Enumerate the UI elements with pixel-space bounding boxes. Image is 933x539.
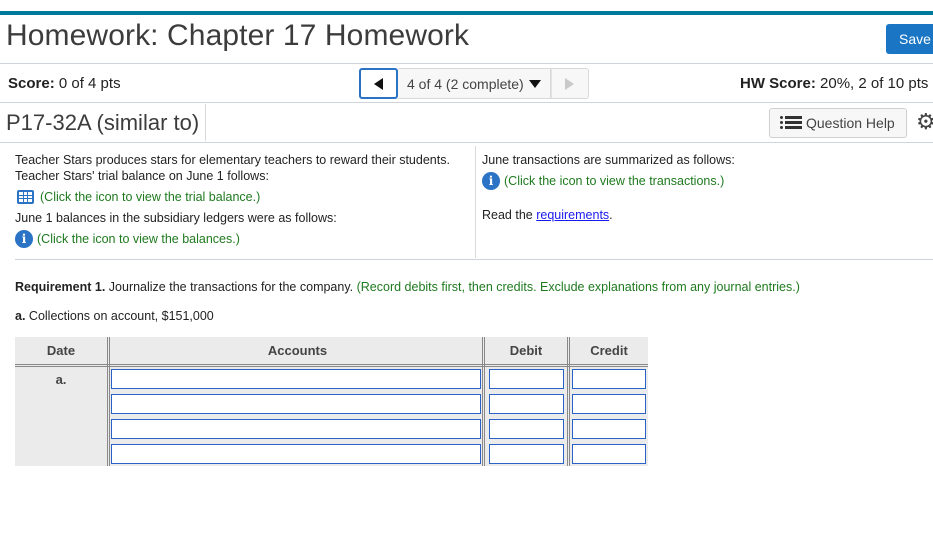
account-input[interactable] (111, 444, 481, 464)
requirement-text: Requirement 1. Journalize the transactio… (15, 280, 800, 294)
account-input[interactable] (111, 369, 481, 389)
arrow-right-icon (565, 77, 575, 90)
list-icon (780, 116, 802, 130)
gear-icon[interactable]: ⚙ (916, 110, 933, 134)
divider (0, 102, 933, 103)
debit-input[interactable] (489, 394, 564, 414)
transactions-link[interactable]: (Click the icon to view the transactions… (504, 174, 724, 188)
question-navigator: 4 of 4 (2 complete) (359, 68, 589, 99)
info-icon[interactable]: i (15, 230, 33, 248)
divider (475, 146, 476, 258)
hw-score-value: 20%, 2 of 10 pts (820, 75, 929, 92)
account-input[interactable] (111, 394, 481, 414)
requirement-body: Journalize the transactions for the comp… (105, 280, 357, 294)
column-header-date: Date (46, 343, 76, 358)
arrow-left-icon (374, 77, 383, 90)
column-divider (107, 337, 110, 466)
debit-input[interactable] (489, 369, 564, 389)
balances-row: i (Click the icon to view the balances.) (15, 229, 475, 249)
divider (15, 259, 933, 260)
date-cell: a. (55, 372, 67, 387)
credit-input[interactable] (572, 394, 646, 414)
transactions-row: i (Click the icon to view the transactio… (482, 171, 922, 191)
problem-right-panel: June transactions are summarized as foll… (482, 152, 922, 223)
trial-balance-row: (Click the icon to view the trial balanc… (15, 187, 475, 207)
account-input[interactable] (111, 419, 481, 439)
requirement-label: Requirement 1. (15, 280, 106, 294)
save-button[interactable]: Save (886, 24, 933, 54)
intro-text: Teacher Stars' trial balance on June 1 f… (15, 169, 269, 183)
journal-entry-table: Date Accounts Debit Credit a. (15, 337, 648, 466)
divider (205, 104, 206, 141)
transactions-text: June transactions are summarized as foll… (482, 153, 735, 167)
column-divider (482, 337, 485, 466)
transaction-text: a. Collections on account, $151,000 (15, 309, 214, 323)
info-icon[interactable]: i (482, 172, 500, 190)
debit-input[interactable] (489, 444, 564, 464)
column-header-debit: Debit (509, 343, 543, 358)
period-text: . (609, 208, 613, 222)
score-label: Score: (8, 75, 55, 92)
problem-left-panel: Teacher Stars produces stars for element… (15, 152, 475, 249)
table-icon[interactable] (17, 190, 34, 204)
column-divider (567, 337, 570, 466)
column-header-credit: Credit (590, 343, 628, 358)
question-help-label: Question Help (806, 115, 895, 131)
score-display: Score: 0 of 4 pts (8, 75, 121, 92)
question-select[interactable]: 4 of 4 (2 complete) (398, 68, 551, 99)
read-requirements: Read the requirements. (482, 207, 922, 223)
hw-score-display: HW Score: 20%, 2 of 10 pts (740, 75, 928, 92)
read-the-text: Read the (482, 208, 537, 222)
page-title: Homework: Chapter 17 Homework (6, 19, 470, 52)
subsidiary-text: June 1 balances in the subsidiary ledger… (15, 211, 337, 225)
score-value: 0 of 4 pts (58, 75, 121, 92)
question-help-button[interactable]: Question Help (769, 108, 907, 138)
divider (0, 142, 933, 143)
credit-input[interactable] (572, 444, 646, 464)
intro-text: Teacher Stars produces stars for element… (15, 153, 450, 167)
transaction-body: Collections on account, $151,000 (25, 309, 214, 323)
credit-input[interactable] (572, 369, 646, 389)
top-accent-bar (0, 11, 933, 15)
column-header-accounts: Accounts (267, 343, 328, 358)
balances-link[interactable]: (Click the icon to view the balances.) (37, 232, 240, 246)
requirement-instruction: (Record debits first, then credits. Excl… (356, 280, 800, 294)
trial-balance-link[interactable]: (Click the icon to view the trial balanc… (40, 190, 260, 204)
question-select-value: 4 of 4 (2 complete) (407, 75, 524, 92)
divider (0, 63, 933, 64)
caret-down-icon (528, 79, 541, 88)
debit-input[interactable] (489, 419, 564, 439)
transaction-label: a. (15, 309, 26, 323)
hw-score-label: HW Score: (740, 75, 816, 92)
requirements-link[interactable]: requirements (536, 208, 609, 222)
question-id: P17-32A (similar to) (6, 110, 200, 135)
previous-question-button[interactable] (359, 68, 398, 99)
credit-input[interactable] (572, 419, 646, 439)
next-question-button[interactable] (550, 68, 589, 99)
